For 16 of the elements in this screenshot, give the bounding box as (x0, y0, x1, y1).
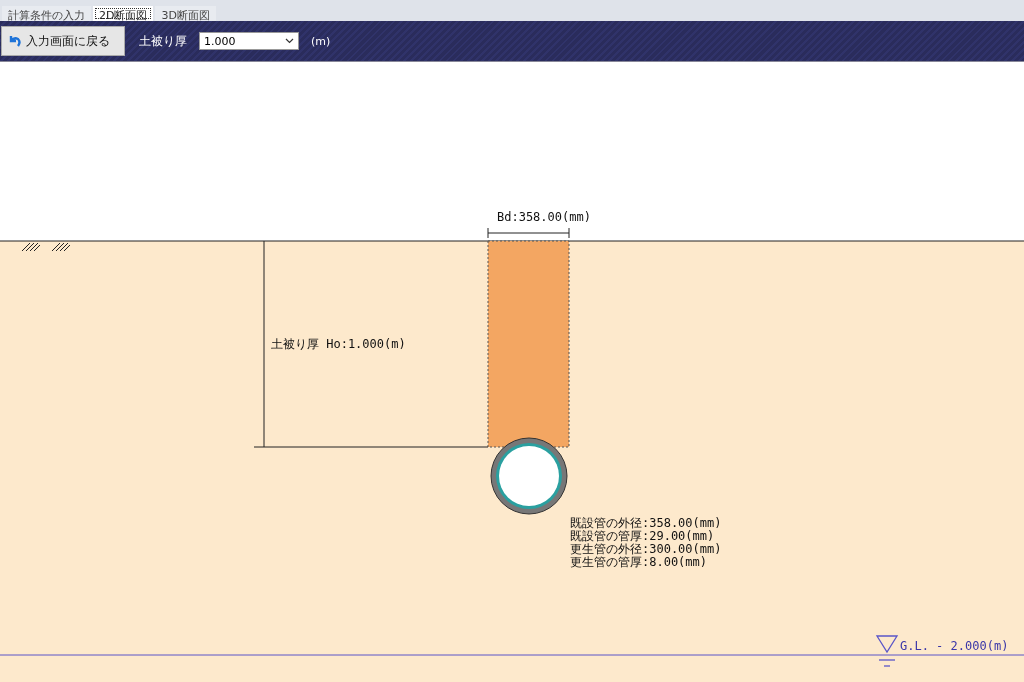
unit-label: (m) (311, 34, 331, 48)
tab[interactable]: 3D断面図 (155, 6, 216, 21)
cover-dropdown[interactable]: 1.000 (199, 32, 299, 50)
pipe-spec-text: 更生管の外径:300.00(mm) (570, 542, 722, 556)
pipe-spec-text: 更生管の管厚:8.00(mm) (570, 555, 708, 569)
tab[interactable]: 計算条件の入力 (2, 6, 91, 21)
caret-icon (285, 38, 294, 44)
undo-arrow-icon (8, 34, 22, 48)
pipe-spec-text: 既設管の外径:358.00(mm) (570, 516, 722, 530)
pipe-spec-text: 既設管の管厚:29.00(mm) (570, 529, 715, 543)
back-button[interactable]: 入力画面に戻る (1, 26, 125, 56)
water-level-icon (875, 635, 899, 667)
width-label: Bd:358.00(mm) (497, 210, 591, 224)
water-level-label: G.L. - 2.000(m) (900, 639, 1009, 653)
cover-depth-label: 土被り厚 Ho:1.000(m) (271, 337, 406, 351)
cover-label: 土被り厚 (139, 32, 187, 50)
